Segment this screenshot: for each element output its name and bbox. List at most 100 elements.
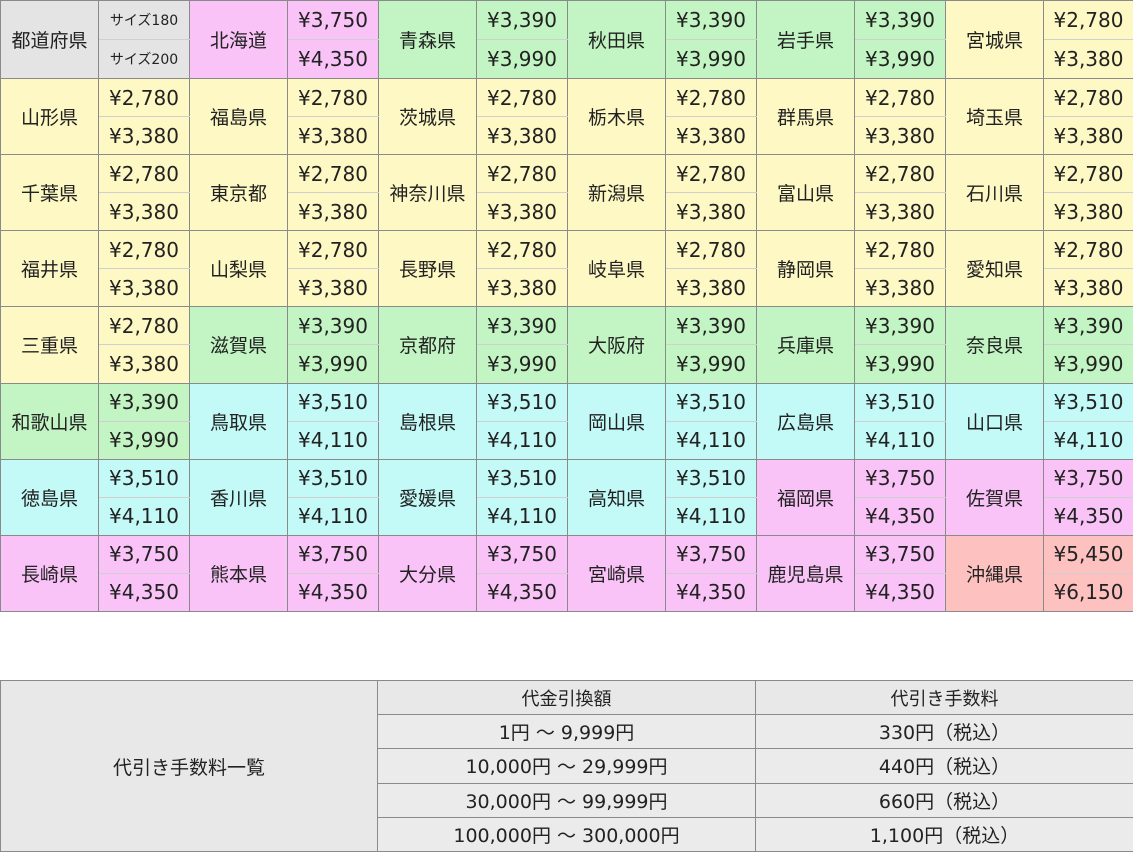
- price-size-200: ¥4,350: [665, 572, 757, 613]
- price-size-180: ¥3,510: [1043, 382, 1133, 422]
- price-size-200: ¥3,380: [287, 192, 379, 232]
- price-size-180: ¥2,780: [287, 78, 379, 118]
- table-row: 福井県 ¥2,780 山梨県 ¥2,780 長野県 ¥2,780 岐阜県 ¥2,780 静岡県 ¥…: [0, 230, 1133, 308]
- price-size-200: ¥3,380: [854, 268, 946, 308]
- cod-header-row: 代引き手数料一覧 代金引換額 代引き手数料: [0, 679, 1133, 852]
- price-size-180: ¥2,780: [287, 154, 379, 194]
- price-size-200: ¥3,380: [1043, 268, 1133, 308]
- prefecture-name: 神奈川県: [378, 154, 477, 232]
- price-size-200: ¥4,110: [665, 420, 757, 460]
- price-size-180: ¥3,750: [854, 458, 946, 498]
- price-size-200: ¥3,380: [98, 344, 190, 384]
- price-size-180: ¥3,390: [287, 306, 379, 346]
- price-size-180: ¥3,510: [665, 458, 757, 498]
- price-size-180: ¥2,780: [665, 230, 757, 270]
- header-size-200: サイズ200: [98, 39, 190, 80]
- prefecture-name: 鹿児島県: [756, 534, 855, 613]
- price-size-200: ¥3,380: [1043, 116, 1133, 156]
- prefecture-name: 沖縄県: [945, 534, 1044, 613]
- price-size-180: ¥2,780: [1043, 0, 1133, 41]
- price-size-180: ¥2,780: [98, 230, 190, 270]
- price-size-200: ¥3,380: [98, 192, 190, 232]
- price-size-200: ¥3,380: [665, 268, 757, 308]
- price-size-180: ¥3,510: [854, 382, 946, 422]
- price-size-180: ¥3,510: [98, 458, 190, 498]
- prefecture-name: 滋賀県: [189, 306, 288, 384]
- cod-amount-range: 30,000円 〜 99,999円: [377, 782, 756, 818]
- prefecture-name: 大阪府: [567, 306, 666, 384]
- price-size-180: ¥3,750: [287, 534, 379, 574]
- price-size-200: ¥3,990: [476, 344, 568, 384]
- prefecture-name: 香川県: [189, 458, 288, 536]
- price-size-180: ¥2,780: [98, 154, 190, 194]
- prefecture-name: 山形県: [0, 78, 99, 156]
- shipping-rate-body: 都道府県 サイズ180 北海道 ¥3,750 青森県 ¥3,390 秋田県 ¥3,390 岩手県…: [0, 0, 1133, 613]
- prefecture-name: 青森県: [378, 0, 477, 80]
- price-size-180: ¥5,450: [1043, 534, 1133, 574]
- price-size-180: ¥3,510: [287, 382, 379, 422]
- price-size-200: ¥3,990: [287, 344, 379, 384]
- price-size-180: ¥3,390: [854, 306, 946, 346]
- price-size-200: ¥4,350: [854, 496, 946, 536]
- prefecture-name: 茨城県: [378, 78, 477, 156]
- cod-fee-table: 代引き手数料一覧 代金引換額 代引き手数料 1円 〜 9,999円 330円（税込） 10…: [0, 679, 1133, 852]
- prefecture-name: 福島県: [189, 78, 288, 156]
- prefecture-name: 秋田県: [567, 0, 666, 80]
- price-size-180: ¥3,390: [476, 306, 568, 346]
- price-size-180: ¥2,780: [854, 154, 946, 194]
- table-row: 山形県 ¥2,780 福島県 ¥2,780 茨城県 ¥2,780 栃木県 ¥2,780 群馬県 ¥…: [0, 78, 1133, 156]
- price-size-200: ¥3,380: [476, 192, 568, 232]
- prefecture-name: 山梨県: [189, 230, 288, 308]
- price-size-180: ¥2,780: [1043, 78, 1133, 118]
- price-size-200: ¥4,110: [476, 420, 568, 460]
- price-size-200: ¥4,110: [854, 420, 946, 460]
- shipping-rate-table: 都道府県 サイズ180 北海道 ¥3,750 青森県 ¥3,390 秋田県 ¥3,390 岩手県…: [0, 0, 1133, 613]
- cod-fee-value: 330円（税込）: [755, 714, 1133, 750]
- price-size-200: ¥3,990: [98, 420, 190, 460]
- prefecture-name: 島根県: [378, 382, 477, 460]
- price-size-180: ¥3,510: [287, 458, 379, 498]
- price-size-180: ¥3,750: [476, 534, 568, 574]
- price-size-180: ¥3,750: [854, 534, 946, 574]
- prefecture-name: 北海道: [189, 0, 288, 80]
- price-size-200: ¥4,110: [98, 496, 190, 536]
- table-row: 和歌山県 ¥3,390 鳥取県 ¥3,510 島根県 ¥3,510 岡山県 ¥3,510 広島県…: [0, 382, 1133, 460]
- cod-amount-range: 1円 〜 9,999円: [377, 714, 756, 750]
- price-size-200: ¥3,380: [1043, 39, 1133, 80]
- cod-column-fee: 代引き手数料: [755, 679, 1133, 716]
- price-size-200: ¥3,380: [287, 268, 379, 308]
- price-size-200: ¥4,350: [287, 572, 379, 613]
- price-size-180: ¥3,510: [476, 458, 568, 498]
- price-size-180: ¥2,780: [476, 230, 568, 270]
- price-size-200: ¥3,380: [287, 116, 379, 156]
- price-size-180: ¥2,780: [665, 154, 757, 194]
- cod-column-amount: 代金引換額: [377, 679, 756, 716]
- prefecture-name: 富山県: [756, 154, 855, 232]
- prefecture-name: 佐賀県: [945, 458, 1044, 536]
- price-size-180: ¥3,390: [854, 0, 946, 41]
- price-size-180: ¥3,750: [287, 0, 379, 41]
- price-size-200: ¥4,350: [287, 39, 379, 80]
- cod-title: 代引き手数料一覧: [0, 680, 378, 852]
- prefecture-name: 徳島県: [0, 458, 99, 536]
- cod-amount-range: 100,000円 〜 300,000円: [377, 816, 756, 852]
- price-size-200: ¥4,110: [287, 420, 379, 460]
- header-prefecture: 都道府県: [0, 0, 99, 80]
- prefecture-name: 高知県: [567, 458, 666, 536]
- prefecture-name: 長野県: [378, 230, 477, 308]
- price-size-180: ¥3,390: [1043, 306, 1133, 346]
- price-size-200: ¥3,990: [854, 39, 946, 80]
- table-row: 千葉県 ¥2,780 東京都 ¥2,780 神奈川県 ¥2,780 新潟県 ¥2,780 富山県…: [0, 154, 1133, 232]
- header-size-180: サイズ180: [98, 0, 190, 41]
- price-size-200: ¥4,110: [287, 496, 379, 536]
- price-size-200: ¥3,990: [665, 344, 757, 384]
- price-size-180: ¥2,780: [854, 230, 946, 270]
- prefecture-name: 東京都: [189, 154, 288, 232]
- prefecture-name: 兵庫県: [756, 306, 855, 384]
- price-size-180: ¥2,780: [287, 230, 379, 270]
- table-row: 三重県 ¥2,780 滋賀県 ¥3,390 京都府 ¥3,390 大阪府 ¥3,390 兵庫県 ¥…: [0, 306, 1133, 384]
- price-size-180: ¥2,780: [98, 306, 190, 346]
- price-size-200: ¥4,350: [98, 572, 190, 613]
- price-size-180: ¥2,780: [98, 78, 190, 118]
- price-size-200: ¥4,350: [476, 572, 568, 613]
